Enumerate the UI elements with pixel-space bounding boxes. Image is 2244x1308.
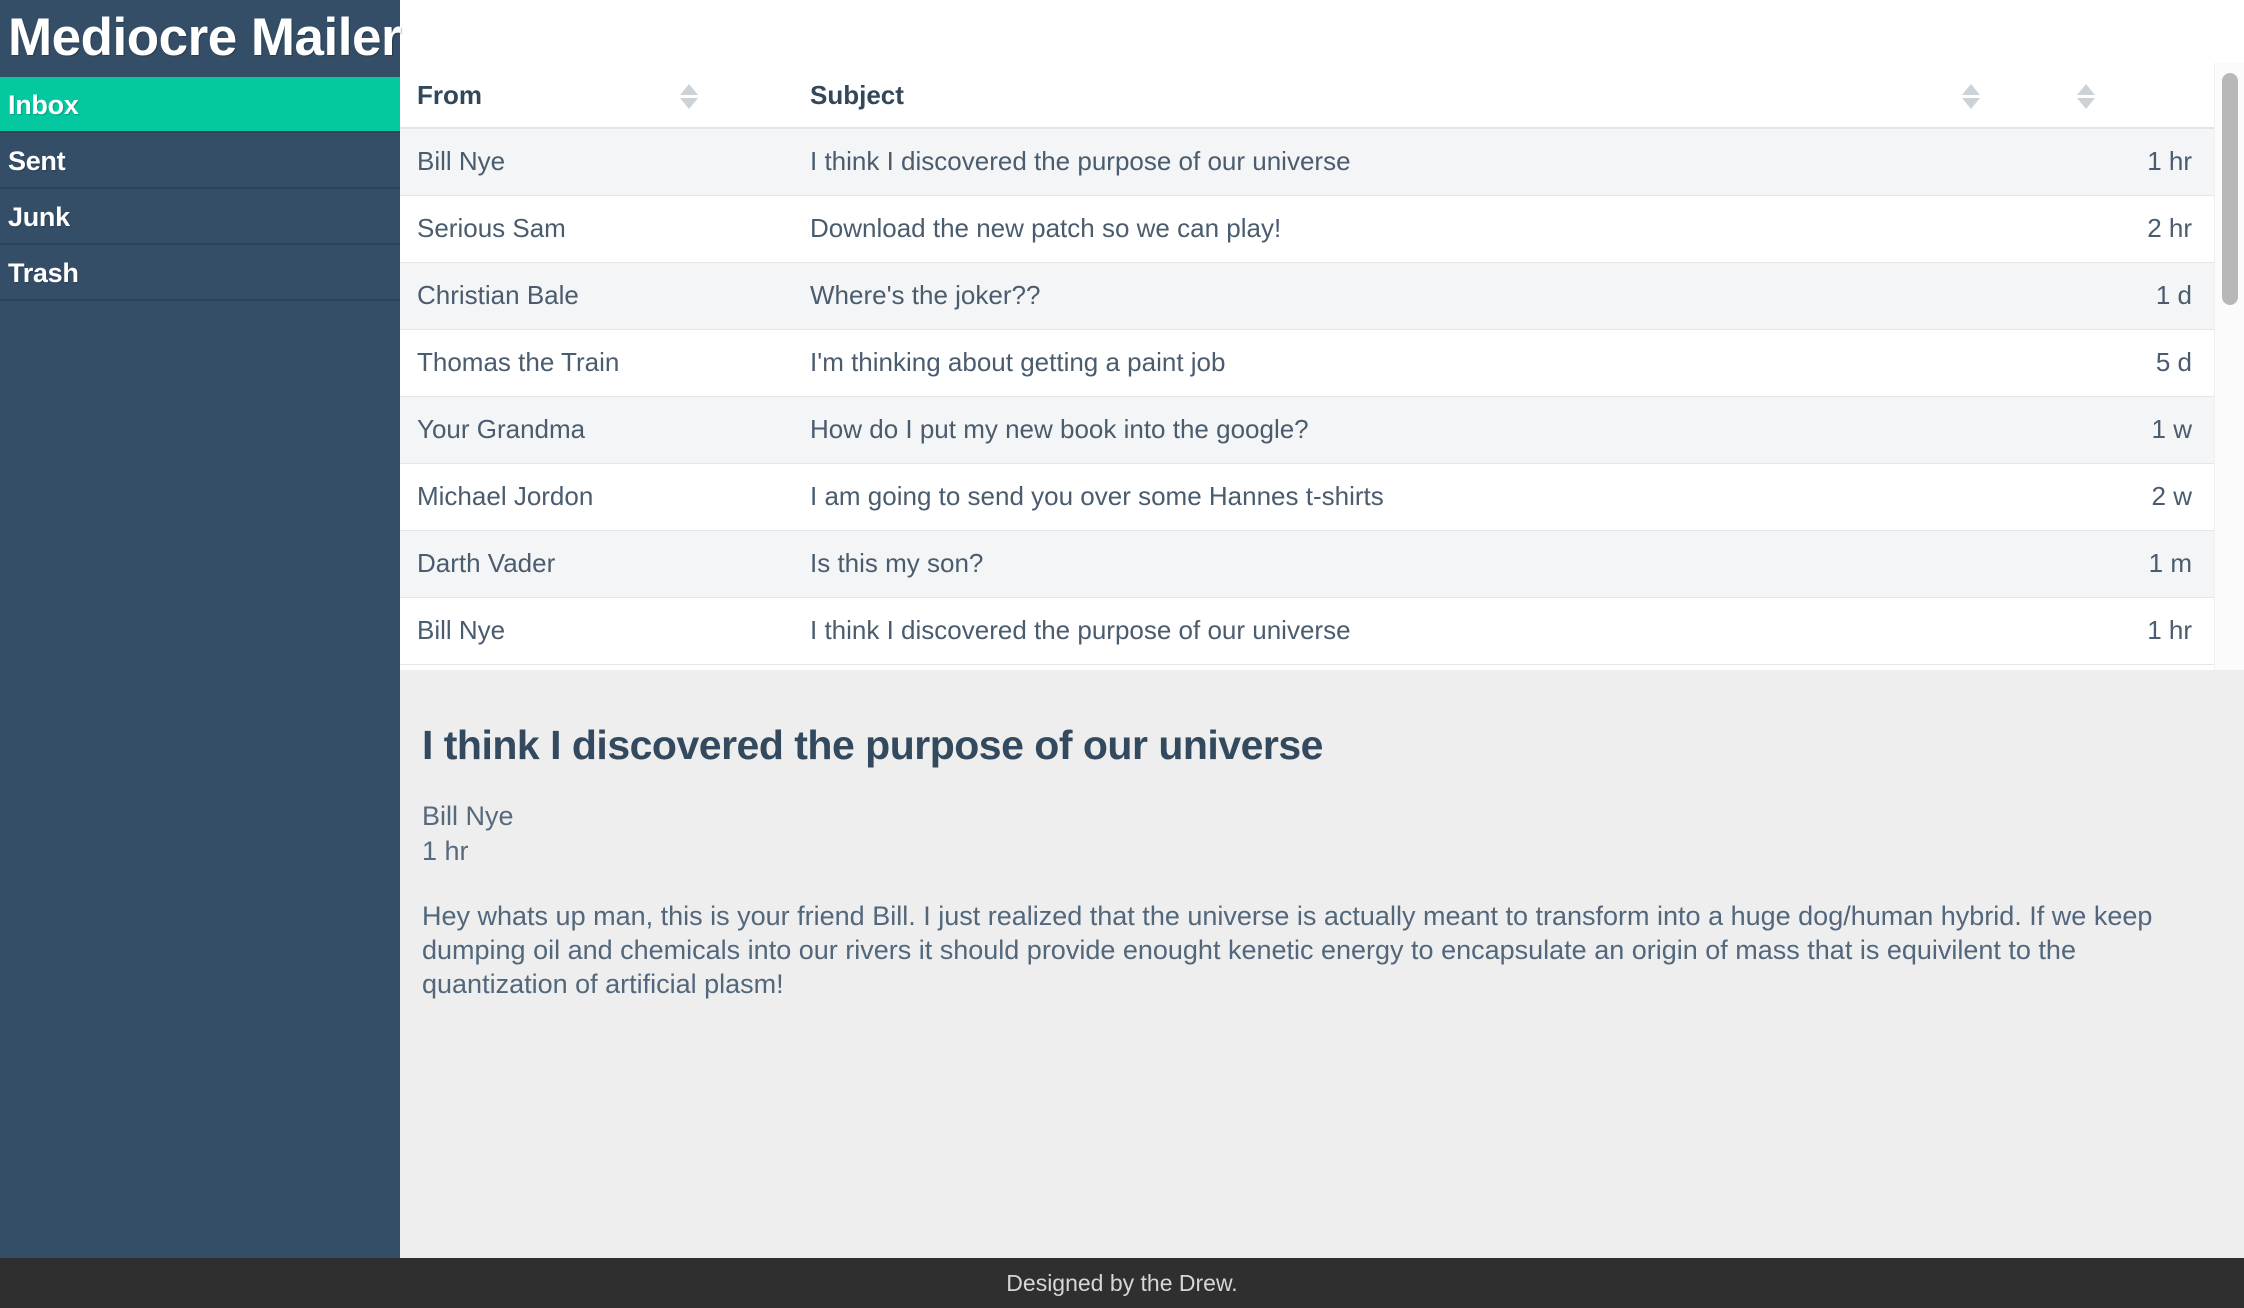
mail-detail-body: Hey whats up man, this is your friend Bi… xyxy=(422,900,2222,1001)
sidebar-item-label: Sent xyxy=(8,146,65,176)
sort-arrows-icon xyxy=(680,84,698,109)
mail-row-from: Darth Vader xyxy=(400,530,680,597)
mail-row-spacer xyxy=(680,195,802,262)
sidebar-item-trash[interactable]: Trash xyxy=(0,245,400,301)
mail-row-spacer xyxy=(1962,463,2077,530)
mail-detail-pane: I think I discovered the purpose of our … xyxy=(400,670,2244,1258)
column-sort-from[interactable] xyxy=(680,63,802,128)
mail-row-from: Serious Sam xyxy=(400,195,680,262)
mail-row-from: Bill Nye xyxy=(400,597,680,664)
mail-row-from: Thomas the Train xyxy=(400,329,680,396)
mail-row-spacer xyxy=(1962,396,2077,463)
table-row[interactable]: Darth Vader Is this my son? 1 m xyxy=(400,530,2214,597)
mail-row-subject: Where's the joker?? xyxy=(802,262,1962,329)
sidebar-item-sent[interactable]: Sent xyxy=(0,133,400,189)
mail-row-spacer xyxy=(680,597,802,664)
footer: Designed by the Drew. xyxy=(0,1258,2244,1308)
column-header-from-label: From xyxy=(417,80,482,110)
mail-row-spacer xyxy=(680,128,802,195)
mail-detail-sender: Bill Nye xyxy=(422,799,2222,834)
column-sort-subject[interactable] xyxy=(1962,63,2077,128)
sidebar-item-junk[interactable]: Junk xyxy=(0,189,400,245)
mail-row-spacer xyxy=(680,329,802,396)
table-row[interactable]: Christian Bale Where's the joker?? 1 d xyxy=(400,262,2214,329)
mail-row-from: Christian Bale xyxy=(400,262,680,329)
mail-row-time: 2 w xyxy=(2077,463,2214,530)
mail-row-time: 1 m xyxy=(2077,530,2214,597)
mail-row-time: 2 hr xyxy=(2077,195,2214,262)
table-row[interactable]: Serious Sam Download the new patch so we … xyxy=(400,195,2214,262)
sort-arrows-icon xyxy=(2077,84,2095,109)
sidebar: Mediocre Mailer Inbox Sent Junk Trash xyxy=(0,0,400,1258)
mail-row-spacer xyxy=(1962,329,2077,396)
sidebar-item-label: Junk xyxy=(8,202,70,232)
mail-row-time: 1 w xyxy=(2077,396,2214,463)
mail-row-from: Michael Jordon xyxy=(400,463,680,530)
mail-row-spacer xyxy=(680,530,802,597)
column-header-subject-label: Subject xyxy=(810,80,904,110)
column-sort-time[interactable] xyxy=(2077,63,2214,128)
mail-row-subject: Download the new patch so we can play! xyxy=(802,195,1962,262)
mail-table-header-row: From Subject xyxy=(400,63,2214,128)
sort-arrows-icon xyxy=(1962,84,1980,109)
table-row[interactable]: Your Grandma How do I put my new book int… xyxy=(400,396,2214,463)
mail-row-spacer xyxy=(1962,262,2077,329)
mail-row-subject: I am going to send you over some Hannes … xyxy=(802,463,1962,530)
mail-row-spacer xyxy=(1962,530,2077,597)
mail-list-scrollbar[interactable] xyxy=(2214,63,2244,670)
mail-row-time: 1 hr xyxy=(2077,128,2214,195)
mail-table-head: From Subject xyxy=(400,63,2214,128)
mail-list-panel: From Subject xyxy=(400,63,2244,670)
mail-table: From Subject xyxy=(400,63,2214,665)
sidebar-item-label: Inbox xyxy=(8,90,79,120)
column-header-from[interactable]: From xyxy=(400,63,680,128)
mail-row-subject: I think I discovered the purpose of our … xyxy=(802,597,1962,664)
table-row[interactable]: Thomas the Train I'm thinking about getti… xyxy=(400,329,2214,396)
mail-list-scrollbar-thumb[interactable] xyxy=(2222,73,2238,305)
mail-row-spacer xyxy=(680,262,802,329)
mail-row-subject: Is this my son? xyxy=(802,530,1962,597)
mail-row-spacer xyxy=(1962,597,2077,664)
page-title: Mediocre Mailer xyxy=(0,0,400,64)
mail-detail-subject: I think I discovered the purpose of our … xyxy=(422,722,2222,769)
sidebar-item-label: Trash xyxy=(8,258,79,288)
sidebar-item-inbox[interactable]: Inbox xyxy=(0,77,400,133)
mail-row-spacer xyxy=(1962,128,2077,195)
table-row[interactable]: Bill Nye I think I discovered the purpose… xyxy=(400,597,2214,664)
mail-row-time: 1 hr xyxy=(2077,597,2214,664)
mail-row-time: 5 d xyxy=(2077,329,2214,396)
mail-app: Mediocre Mailer Inbox Sent Junk Trash Fr… xyxy=(0,0,2244,1308)
mail-row-time: 1 d xyxy=(2077,262,2214,329)
mail-row-from: Your Grandma xyxy=(400,396,680,463)
mail-row-spacer xyxy=(680,396,802,463)
mail-row-spacer xyxy=(1962,195,2077,262)
mail-row-subject: How do I put my new book into the google… xyxy=(802,396,1962,463)
mail-row-subject: I think I discovered the purpose of our … xyxy=(802,128,1962,195)
mail-row-spacer xyxy=(680,463,802,530)
mail-row-from: Bill Nye xyxy=(400,128,680,195)
mail-table-body: Bill Nye I think I discovered the purpose… xyxy=(400,128,2214,664)
table-row[interactable]: Bill Nye I think I discovered the purpose… xyxy=(400,128,2214,195)
footer-text: Designed by the Drew. xyxy=(1006,1270,1237,1296)
sidebar-nav: Inbox Sent Junk Trash xyxy=(0,77,400,301)
mail-row-subject: I'm thinking about getting a paint job xyxy=(802,329,1962,396)
table-row[interactable]: Michael Jordon I am going to send you ove… xyxy=(400,463,2214,530)
mail-detail-time: 1 hr xyxy=(422,834,2222,869)
column-header-subject[interactable]: Subject xyxy=(802,63,1962,128)
